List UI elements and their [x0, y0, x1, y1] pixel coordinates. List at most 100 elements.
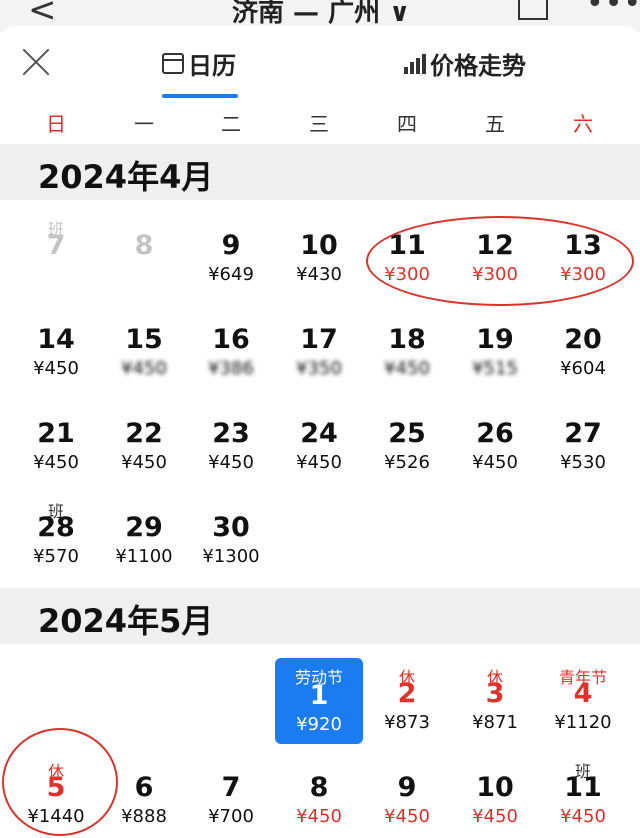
- day-number: 14: [37, 324, 75, 355]
- calendar-day[interactable]: 9 ¥649: [187, 216, 275, 296]
- weekday-label: 三: [309, 112, 329, 136]
- calendar-day[interactable]: 10 ¥430: [275, 216, 363, 296]
- day-price: ¥871: [472, 712, 518, 733]
- day-price: ¥450: [33, 358, 79, 379]
- calendar-day[interactable]: 休 2 ¥873: [363, 664, 451, 744]
- day-number: 19: [476, 324, 514, 355]
- weekday-header: 日一二三四五六: [0, 106, 640, 146]
- calendar-day[interactable]: 班 11 ¥450: [539, 758, 627, 838]
- calendar-day[interactable]: 班 28 ¥570: [12, 498, 100, 578]
- day-number: 29: [125, 512, 163, 543]
- calendar-day[interactable]: 20 ¥604: [539, 310, 627, 390]
- day-number: 23: [212, 418, 250, 449]
- tab-calendar-label: 日历: [188, 52, 236, 80]
- day-number: 2: [397, 678, 417, 709]
- weekday-label: 一: [134, 112, 154, 136]
- day-price: ¥700: [208, 806, 254, 827]
- calendar-day[interactable]: 24 ¥450: [275, 404, 363, 484]
- day-number: 18: [388, 324, 426, 355]
- day-price: ¥1300: [202, 546, 260, 567]
- calendar-day[interactable]: 9 ¥450: [363, 758, 451, 838]
- calendar-day[interactable]: 15 ¥450: [100, 310, 188, 390]
- calendar-day[interactable]: 19 ¥515: [451, 310, 539, 390]
- day-number: 26: [476, 418, 514, 449]
- weekday-label: 二: [221, 112, 241, 136]
- day-number: 10: [476, 772, 514, 803]
- month-title: 2024年4月: [38, 158, 214, 196]
- calendar-day[interactable]: 17 ¥350: [275, 310, 363, 390]
- day-number: 27: [564, 418, 602, 449]
- calendar-day[interactable]: 25 ¥526: [363, 404, 451, 484]
- day-price: ¥350: [296, 358, 342, 379]
- day-price: ¥1100: [115, 546, 173, 567]
- calendar-day[interactable]: 27 ¥530: [539, 404, 627, 484]
- weekday-label: 六: [573, 112, 593, 136]
- calendar-day[interactable]: 7 ¥700: [187, 758, 275, 838]
- calendar-day[interactable]: 16 ¥386: [187, 310, 275, 390]
- day-number: 9: [397, 772, 417, 803]
- tab-price-trend[interactable]: 价格走势: [404, 46, 526, 81]
- day-number: 22: [125, 418, 163, 449]
- weekday-label: 日: [46, 112, 66, 136]
- calendar-day[interactable]: 30 ¥1300: [187, 498, 275, 578]
- day-number: 8: [309, 772, 329, 803]
- day-price: ¥450: [384, 358, 430, 379]
- day-price: ¥450: [384, 806, 430, 827]
- day-price: ¥450: [121, 452, 167, 473]
- calendar-day[interactable]: 21 ¥450: [12, 404, 100, 484]
- day-number: 25: [388, 418, 426, 449]
- day-number: 7: [46, 230, 66, 261]
- more-icon[interactable]: •••: [586, 0, 640, 21]
- calendar-day[interactable]: 22 ¥450: [100, 404, 188, 484]
- calendar-day[interactable]: 青年节 4 ¥1120: [539, 664, 627, 744]
- day-price: ¥450: [472, 806, 518, 827]
- calendar-day[interactable]: 8 ¥450: [275, 758, 363, 838]
- calendar-day: 8: [100, 216, 188, 296]
- calendar-day[interactable]: 26 ¥450: [451, 404, 539, 484]
- day-number: 16: [212, 324, 250, 355]
- day-price: ¥920: [296, 714, 342, 735]
- day-number: 28: [37, 512, 75, 543]
- day-price: ¥515: [472, 358, 518, 379]
- close-icon[interactable]: [20, 46, 52, 78]
- month-header-april: 2024年4月: [0, 144, 640, 200]
- active-tab-indicator: [162, 94, 238, 98]
- day-price: ¥450: [296, 806, 342, 827]
- route-title[interactable]: 济南 — 广州 ∨: [232, 0, 410, 29]
- weekday-label: 五: [485, 112, 505, 136]
- day-price: ¥1120: [554, 712, 612, 733]
- calendar-day[interactable]: 14 ¥450: [12, 310, 100, 390]
- day-number: 30: [212, 512, 250, 543]
- day-price: ¥649: [208, 264, 254, 285]
- highlight-circle: [2, 728, 118, 836]
- tab-price-trend-label: 价格走势: [430, 52, 526, 80]
- day-price: ¥526: [384, 452, 430, 473]
- calendar-day[interactable]: 劳动节 1 ¥920: [275, 658, 363, 744]
- calendar-day[interactable]: 18 ¥450: [363, 310, 451, 390]
- weekday-label: 四: [397, 112, 417, 136]
- day-number: 7: [221, 772, 241, 803]
- calendar-icon: [162, 53, 184, 74]
- tab-calendar[interactable]: 日历: [162, 46, 236, 81]
- day-price: ¥450: [296, 452, 342, 473]
- day-price: ¥570: [33, 546, 79, 567]
- calendar-day[interactable]: 10 ¥450: [451, 758, 539, 838]
- chart-icon[interactable]: [518, 0, 548, 20]
- day-price: ¥450: [121, 358, 167, 379]
- day-price: ¥450: [208, 452, 254, 473]
- day-price: ¥888: [121, 806, 167, 827]
- calendar-day[interactable]: 23 ¥450: [187, 404, 275, 484]
- day-number: 21: [37, 418, 75, 449]
- day-number: 24: [300, 418, 338, 449]
- day-number: 15: [125, 324, 163, 355]
- day-price: ¥604: [560, 358, 606, 379]
- day-price: ¥450: [33, 452, 79, 473]
- calendar-sheet: 日历 价格走势 日一二三四五六 2024年4月 班 7 8 9 ¥649 10 ¥430 11…: [0, 26, 640, 837]
- day-number: 4: [573, 678, 593, 709]
- calendar-day[interactable]: 休 3 ¥871: [451, 664, 539, 744]
- day-price: ¥530: [560, 452, 606, 473]
- day-number: 8: [134, 230, 154, 261]
- calendar-day[interactable]: 29 ¥1100: [100, 498, 188, 578]
- day-price: ¥430: [296, 264, 342, 285]
- day-price: ¥386: [208, 358, 254, 379]
